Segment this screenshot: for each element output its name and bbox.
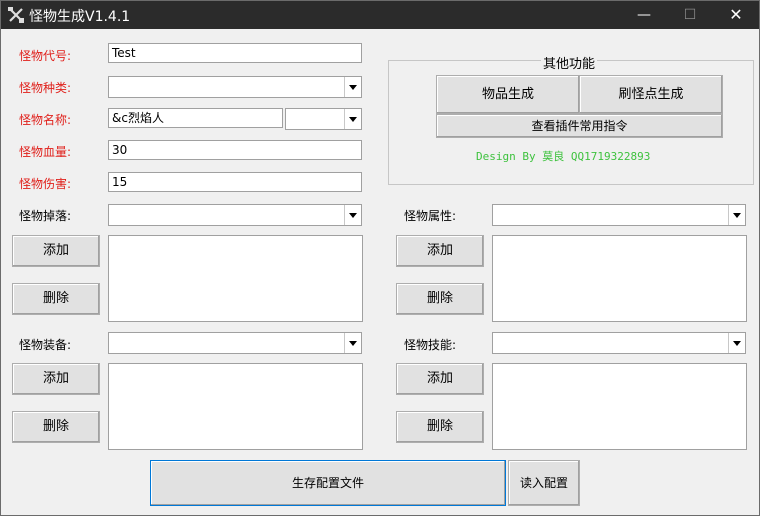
type-label: 怪物种类:: [19, 81, 72, 95]
skills-list[interactable]: [492, 363, 747, 450]
drops-remove-button[interactable]: 删除: [12, 283, 100, 315]
code-input[interactable]: Test: [108, 43, 362, 63]
name-color-select[interactable]: [285, 108, 362, 130]
chevron-down-icon[interactable]: [344, 109, 361, 129]
design-credit: Design By 莫良 QQ1719322893: [476, 150, 651, 163]
tools-icon: [8, 7, 24, 23]
name-label: 怪物名称:: [19, 113, 72, 127]
app-window: 怪物生成V1.4.1 — ☐ ✕ 怪物代号: Test 怪物种类: 怪物名称: …: [0, 0, 760, 516]
load-config-button[interactable]: 读入配置: [508, 460, 580, 506]
close-button[interactable]: ✕: [713, 1, 759, 29]
hp-input[interactable]: 30: [108, 140, 362, 160]
code-label: 怪物代号:: [19, 49, 72, 63]
drops-select[interactable]: [108, 204, 362, 226]
attributes-remove-button[interactable]: 删除: [396, 283, 484, 315]
attributes-list[interactable]: [492, 235, 747, 322]
equipment-remove-button[interactable]: 删除: [12, 411, 100, 443]
equipment-list[interactable]: [108, 363, 363, 450]
equipment-label: 怪物装备:: [19, 338, 72, 352]
type-select[interactable]: [108, 76, 362, 98]
chevron-down-icon[interactable]: [728, 333, 745, 353]
chevron-down-icon[interactable]: [344, 205, 361, 225]
spawner-generate-button[interactable]: 刷怪点生成: [579, 75, 723, 114]
damage-input[interactable]: 15: [108, 172, 362, 192]
maximize-button[interactable]: ☐: [667, 1, 713, 29]
skills-add-button[interactable]: 添加: [396, 363, 484, 395]
minimize-button[interactable]: —: [621, 1, 667, 29]
title-bar[interactable]: 怪物生成V1.4.1 — ☐ ✕: [1, 1, 759, 29]
skills-select[interactable]: [492, 332, 746, 354]
equipment-select[interactable]: [108, 332, 362, 354]
view-commands-button[interactable]: 查看插件常用指令: [436, 114, 723, 138]
attributes-label: 怪物属性:: [404, 209, 457, 223]
window-title: 怪物生成V1.4.1: [29, 9, 131, 25]
equipment-add-button[interactable]: 添加: [12, 363, 100, 395]
attributes-select[interactable]: [492, 204, 746, 226]
chevron-down-icon[interactable]: [344, 333, 361, 353]
drops-label: 怪物掉落:: [19, 209, 72, 223]
drops-list[interactable]: [108, 235, 363, 322]
skills-label: 怪物技能:: [404, 338, 457, 352]
drops-add-button[interactable]: 添加: [12, 235, 100, 267]
other-functions-title: 其他功能: [541, 53, 598, 72]
skills-remove-button[interactable]: 删除: [396, 411, 484, 443]
name-input[interactable]: &c烈焰人: [108, 108, 283, 128]
save-config-button[interactable]: 生存配置文件: [150, 460, 506, 506]
item-generate-button[interactable]: 物品生成: [436, 75, 580, 114]
attributes-add-button[interactable]: 添加: [396, 235, 484, 267]
damage-label: 怪物伤害:: [19, 177, 72, 191]
chevron-down-icon[interactable]: [728, 205, 745, 225]
hp-label: 怪物血量:: [19, 145, 72, 159]
chevron-down-icon[interactable]: [344, 77, 361, 97]
